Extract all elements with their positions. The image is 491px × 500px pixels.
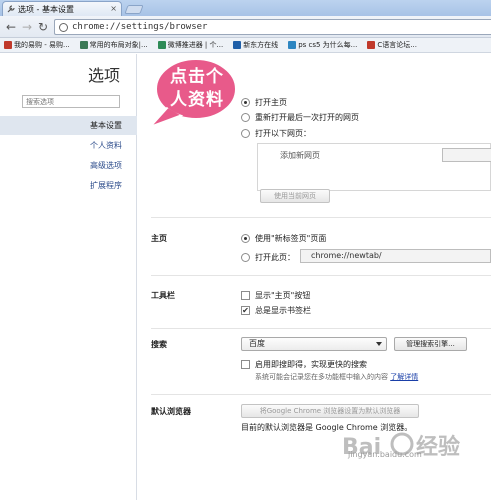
sidebar-item-basic[interactable]: 基本设置: [0, 116, 137, 135]
bookmark-item[interactable]: 微博推进器 | 个...: [157, 40, 224, 50]
address-bar[interactable]: chrome://settings/browser: [54, 19, 491, 35]
callout-text: 点击个 人资料: [161, 66, 233, 112]
show-bookmarks-bar-checkbox[interactable]: ✔: [241, 306, 250, 315]
show-home-button-checkbox[interactable]: [241, 291, 250, 300]
bookmark-label: ps cs5 为什么每...: [298, 41, 358, 49]
watermark-url: jingyan.baidu.com: [348, 450, 422, 459]
bookmark-label: 常用的布局对象|...: [89, 41, 148, 49]
new-tab-button[interactable]: [124, 5, 144, 14]
browser-toolbar: ← → ↻ chrome://settings/browser: [0, 16, 491, 38]
startup-option-label: 打开以下网页：: [255, 129, 311, 138]
page-icon: [59, 22, 68, 32]
startup-option-label: 打开主页: [255, 98, 287, 107]
startup-pages-list: 添加新网页: [257, 143, 491, 191]
divider: [151, 217, 491, 218]
divider: [151, 394, 491, 395]
homepage-radio-newtab[interactable]: [241, 234, 250, 243]
section-label-toolbar: 工具栏: [151, 291, 175, 300]
callout-line: 点击个: [170, 67, 224, 87]
leaf-icon: [157, 41, 166, 49]
checkbox-label: 启用即搜即得，实现更快的搜索: [255, 360, 367, 369]
bookmark-label: C语言论坛...: [377, 41, 417, 49]
search-engine-select[interactable]: 百度: [241, 337, 387, 351]
wrench-icon: [7, 5, 15, 13]
square-icon: [288, 41, 297, 49]
callout-line: 人资料: [170, 90, 224, 110]
search-hint-text: 系统可能会记录您在多功能框中输入的内容: [255, 373, 388, 381]
homepage-option-label: 打开此页：: [255, 253, 295, 262]
bookmark-label: 我的易购 - 易购...: [14, 41, 70, 49]
tab-close-icon[interactable]: ×: [110, 4, 117, 13]
page-title: 选项: [88, 66, 121, 85]
divider: [151, 275, 491, 276]
search-hint: 系统可能会记录您在多功能框中输入的内容 了解详情: [255, 372, 418, 382]
c-icon: [367, 41, 376, 49]
settings-sidebar: 选项 基本设置 个人资料 高级选项 扩展程序: [0, 54, 137, 500]
add-page-input[interactable]: [442, 148, 491, 162]
svg-text:经验: 经验: [416, 434, 460, 460]
section-label-homepage: 主页: [151, 234, 167, 243]
use-current-pages-button[interactable]: 使用当前网页: [260, 189, 330, 203]
chevron-down-icon: [376, 342, 382, 346]
homepage-radio-url[interactable]: [241, 253, 250, 262]
search-engine-value: 百度: [249, 339, 265, 348]
search-input[interactable]: [22, 95, 120, 108]
forward-button[interactable]: →: [21, 20, 33, 34]
startup-radio-restore[interactable]: [241, 113, 250, 122]
startup-radio-home[interactable]: [241, 98, 250, 107]
bookmark-item[interactable]: 我的易购 - 易购...: [4, 40, 70, 50]
sidebar-item-profile[interactable]: 个人资料: [0, 136, 137, 155]
homepage-option-label: 使用"新标签页"页面: [255, 234, 327, 243]
manage-search-engines-button[interactable]: 管理搜索引擎...: [394, 337, 467, 351]
address-text: chrome://settings/browser: [72, 22, 208, 32]
back-button[interactable]: ←: [5, 20, 17, 34]
bookmark-label: 微博推进器 | 个...: [167, 41, 224, 49]
startup-radio-pages[interactable]: [241, 129, 250, 138]
bookmark-item[interactable]: ps cs5 为什么每...: [288, 40, 357, 50]
instant-search-checkbox[interactable]: [241, 360, 250, 369]
divider: [151, 328, 491, 329]
bookmark-item[interactable]: 常用的布局对象|...: [79, 40, 148, 50]
homepage-url-input[interactable]: chrome://newtab/: [300, 249, 491, 263]
tab-settings[interactable]: 选项 - 基本设置 ×: [2, 1, 122, 16]
book-icon: [233, 41, 242, 49]
checkbox-label: 总是显示书签栏: [255, 306, 311, 315]
learn-more-link[interactable]: 了解详情: [390, 373, 418, 381]
section-label-search: 搜索: [151, 340, 167, 349]
reload-button[interactable]: ↻: [37, 20, 49, 34]
tab-title: 选项 - 基本设置: [18, 4, 74, 14]
bookmarks-bar: 我的易购 - 易购... 常用的布局对象|... 微博推进器 | 个... 新东方在线…: [0, 38, 491, 53]
sidebar-item-extensions[interactable]: 扩展程序: [0, 176, 137, 195]
section-label-default-browser: 默认浏览器: [151, 407, 191, 416]
bookmark-label: 新东方在线: [243, 41, 279, 49]
c-icon: [79, 41, 88, 49]
gift-icon: [4, 41, 12, 49]
add-page-label: 添加新网页: [280, 151, 320, 160]
bookmark-item[interactable]: 新东方在线: [233, 40, 278, 50]
bookmark-item[interactable]: C语言论坛...: [367, 40, 417, 50]
startup-option-label: 重新打开最后一次打开的网页: [255, 113, 359, 122]
checkbox-label: 显示"主页"按钮: [255, 291, 311, 300]
tab-strip: 选项 - 基本设置 ×: [0, 0, 491, 16]
sidebar-item-advanced[interactable]: 高级选项: [0, 156, 137, 175]
